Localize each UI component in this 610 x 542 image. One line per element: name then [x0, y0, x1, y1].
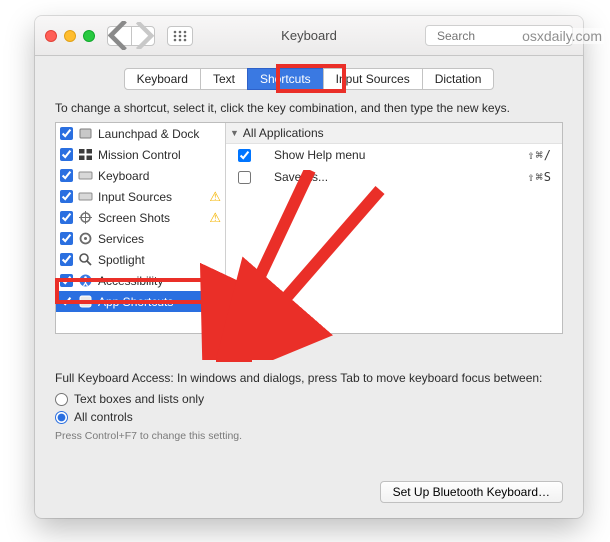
category-label: Launchpad & Dock — [98, 127, 199, 141]
tab-text[interactable]: Text — [200, 68, 248, 90]
fka-option-textboxes[interactable]: Text boxes and lists only — [55, 390, 563, 408]
launchpad-icon — [78, 126, 93, 141]
remove-button[interactable]: − — [249, 333, 273, 353]
minimize-icon[interactable] — [64, 30, 76, 42]
tab-keyboard[interactable]: Keyboard — [124, 68, 201, 90]
accessibility-icon — [78, 273, 93, 288]
titlebar: Keyboard — [35, 16, 583, 56]
shortcut-row[interactable]: Save As... ⇧⌘S — [226, 166, 562, 188]
preferences-window: Keyboard Keyboard Text Shortcuts Input S… — [35, 16, 583, 518]
warning-icon: ⚠︎ — [209, 189, 221, 205]
category-row[interactable]: Screen Shots ⚠︎ — [56, 207, 225, 228]
back-button[interactable] — [107, 26, 131, 46]
tab-input-sources[interactable]: Input Sources — [323, 68, 423, 90]
radio-all[interactable] — [55, 411, 68, 424]
shortcut-keys[interactable]: ⇧⌘S — [527, 170, 552, 184]
zoom-icon[interactable] — [83, 30, 95, 42]
category-row[interactable]: Services — [56, 228, 225, 249]
full-keyboard-access: Full Keyboard Access: In windows and dia… — [55, 371, 563, 442]
category-row[interactable]: Accessibility — [56, 270, 225, 291]
fka-hint: Press Control+F7 to change this setting. — [55, 430, 563, 442]
watermark: osxdaily.com — [520, 28, 604, 44]
shortcut-checkbox[interactable] — [238, 171, 251, 184]
fka-heading: Full Keyboard Access: In windows and dia… — [55, 371, 563, 385]
category-row[interactable]: Input Sources ⚠︎ — [56, 186, 225, 207]
category-checkbox[interactable] — [60, 211, 73, 224]
category-label: Screen Shots — [98, 211, 170, 225]
screenshot-icon — [78, 210, 93, 225]
forward-button[interactable] — [131, 26, 155, 46]
shortcut-label: Show Help menu — [256, 148, 527, 162]
category-label: Keyboard — [98, 169, 149, 183]
input-sources-icon — [78, 189, 93, 204]
disclosure-triangle-icon[interactable]: ▼ — [230, 128, 239, 138]
shortcut-checkbox[interactable] — [238, 149, 251, 162]
group-header[interactable]: ▼ All Applications — [226, 123, 562, 144]
category-checkbox[interactable] — [60, 274, 73, 287]
radio-label: All controls — [74, 410, 133, 424]
radio-textboxes[interactable] — [55, 393, 68, 406]
category-list[interactable]: Launchpad & Dock Mission Control Keyboar… — [56, 123, 226, 333]
tabs: Keyboard Text Shortcuts Input Sources Di… — [35, 68, 583, 90]
shortcut-label: Save As... — [256, 170, 527, 184]
spotlight-icon — [78, 252, 93, 267]
category-row-app-shortcuts[interactable]: App Shortcuts — [56, 291, 225, 312]
category-label: Mission Control — [98, 148, 181, 162]
category-label: Input Sources — [98, 190, 172, 204]
add-remove-bar: + − — [225, 333, 563, 353]
category-row[interactable]: Keyboard — [56, 165, 225, 186]
lists: Launchpad & Dock Mission Control Keyboar… — [55, 122, 563, 334]
category-checkbox[interactable] — [60, 295, 73, 308]
warning-icon: ⚠︎ — [209, 210, 221, 226]
show-all-button[interactable] — [167, 26, 193, 46]
tab-dictation[interactable]: Dictation — [422, 68, 495, 90]
category-checkbox[interactable] — [60, 190, 73, 203]
category-checkbox[interactable] — [60, 232, 73, 245]
radio-label: Text boxes and lists only — [74, 392, 204, 406]
category-checkbox[interactable] — [60, 127, 73, 140]
keyboard-icon — [78, 168, 93, 183]
nav-buttons — [107, 26, 155, 46]
category-label: App Shortcuts — [98, 295, 173, 309]
category-label: Services — [98, 232, 144, 246]
tab-shortcuts[interactable]: Shortcuts — [247, 68, 324, 90]
category-checkbox[interactable] — [60, 169, 73, 182]
mission-control-icon — [78, 147, 93, 162]
group-label: All Applications — [243, 126, 324, 140]
category-row[interactable]: Spotlight — [56, 249, 225, 270]
category-label: Spotlight — [98, 253, 145, 267]
shortcut-row[interactable]: Show Help menu ⇧⌘/ — [226, 144, 562, 166]
close-icon[interactable] — [45, 30, 57, 42]
category-label: Accessibility — [98, 274, 163, 288]
category-checkbox[interactable] — [60, 253, 73, 266]
app-shortcuts-icon — [78, 294, 93, 309]
traffic-lights — [45, 30, 95, 42]
category-row[interactable]: Launchpad & Dock — [56, 123, 225, 144]
shortcut-list[interactable]: ▼ All Applications Show Help menu ⇧⌘/ Sav… — [226, 123, 562, 333]
content: To change a shortcut, select it, click t… — [35, 90, 583, 456]
fka-option-all[interactable]: All controls — [55, 408, 563, 426]
category-checkbox[interactable] — [60, 148, 73, 161]
intro-text: To change a shortcut, select it, click t… — [55, 101, 563, 115]
shortcut-keys[interactable]: ⇧⌘/ — [527, 148, 552, 162]
services-icon — [78, 231, 93, 246]
add-button[interactable]: + — [225, 333, 249, 353]
bluetooth-keyboard-button[interactable]: Set Up Bluetooth Keyboard… — [380, 481, 563, 503]
category-row[interactable]: Mission Control — [56, 144, 225, 165]
